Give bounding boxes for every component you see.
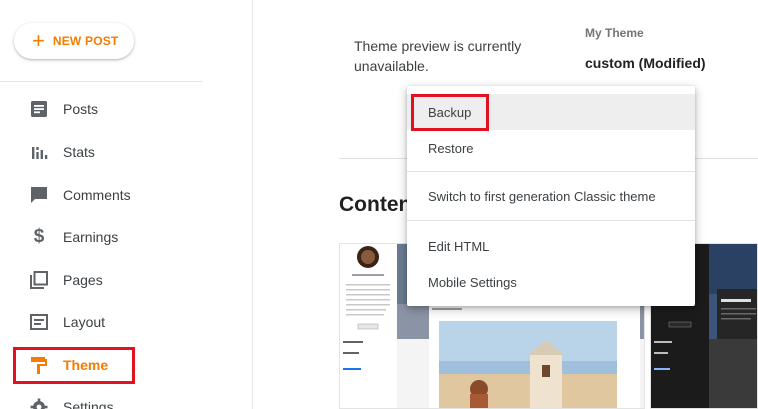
sidebar-item-pages[interactable]: Pages [0,262,200,298]
new-post-label: NEW POST [52,34,119,48]
my-theme-name: custom (Modified) [585,55,706,71]
sidebar-divider [0,81,203,82]
menu-item-edit-html[interactable]: Edit HTML [407,228,695,264]
backup-highlight-box [411,94,489,131]
theme-preview-message: Theme preview is currently unavailable. [354,38,522,74]
menu-divider [407,220,695,221]
theme-highlight-box [13,347,135,384]
menu-item-switch-classic[interactable]: Switch to first generation Classic theme [407,178,695,214]
menu-divider [407,171,695,172]
stats-icon [29,142,49,162]
sidebar-item-earnings[interactable]: $ Earnings [0,219,200,255]
sidebar-item-label: Comments [63,187,131,203]
new-post-button[interactable]: + NEW POST [14,23,134,59]
layout-icon [29,312,49,332]
menu-item-restore[interactable]: Restore [407,130,695,166]
sidebar-item-posts[interactable]: Posts [0,91,200,127]
sidebar: + NEW POST Posts Stats Comments $ Earnin… [0,0,253,409]
sidebar-item-label: Earnings [63,229,119,245]
sidebar-item-layout[interactable]: Layout [0,304,200,340]
sidebar-item-label: Settings [63,399,114,409]
sidebar-item-stats[interactable]: Stats [0,134,200,170]
comments-icon [29,185,49,205]
menu-item-mobile-settings[interactable]: Mobile Settings [407,264,695,300]
sidebar-item-label: Stats [63,144,95,160]
plus-icon: + [32,28,45,53]
pages-icon [29,270,49,290]
my-theme-label: My Theme [585,26,644,40]
sidebar-item-comments[interactable]: Comments [0,177,200,213]
dollar-icon: $ [33,226,45,247]
sidebar-item-label: Layout [63,314,106,330]
sidebar-item-label: Pages [63,272,103,288]
content-heading: Conten [339,193,412,216]
posts-icon [29,99,49,119]
sidebar-item-settings[interactable]: Settings [0,389,200,409]
gear-icon [29,397,49,409]
sidebar-item-label: Posts [63,101,99,117]
